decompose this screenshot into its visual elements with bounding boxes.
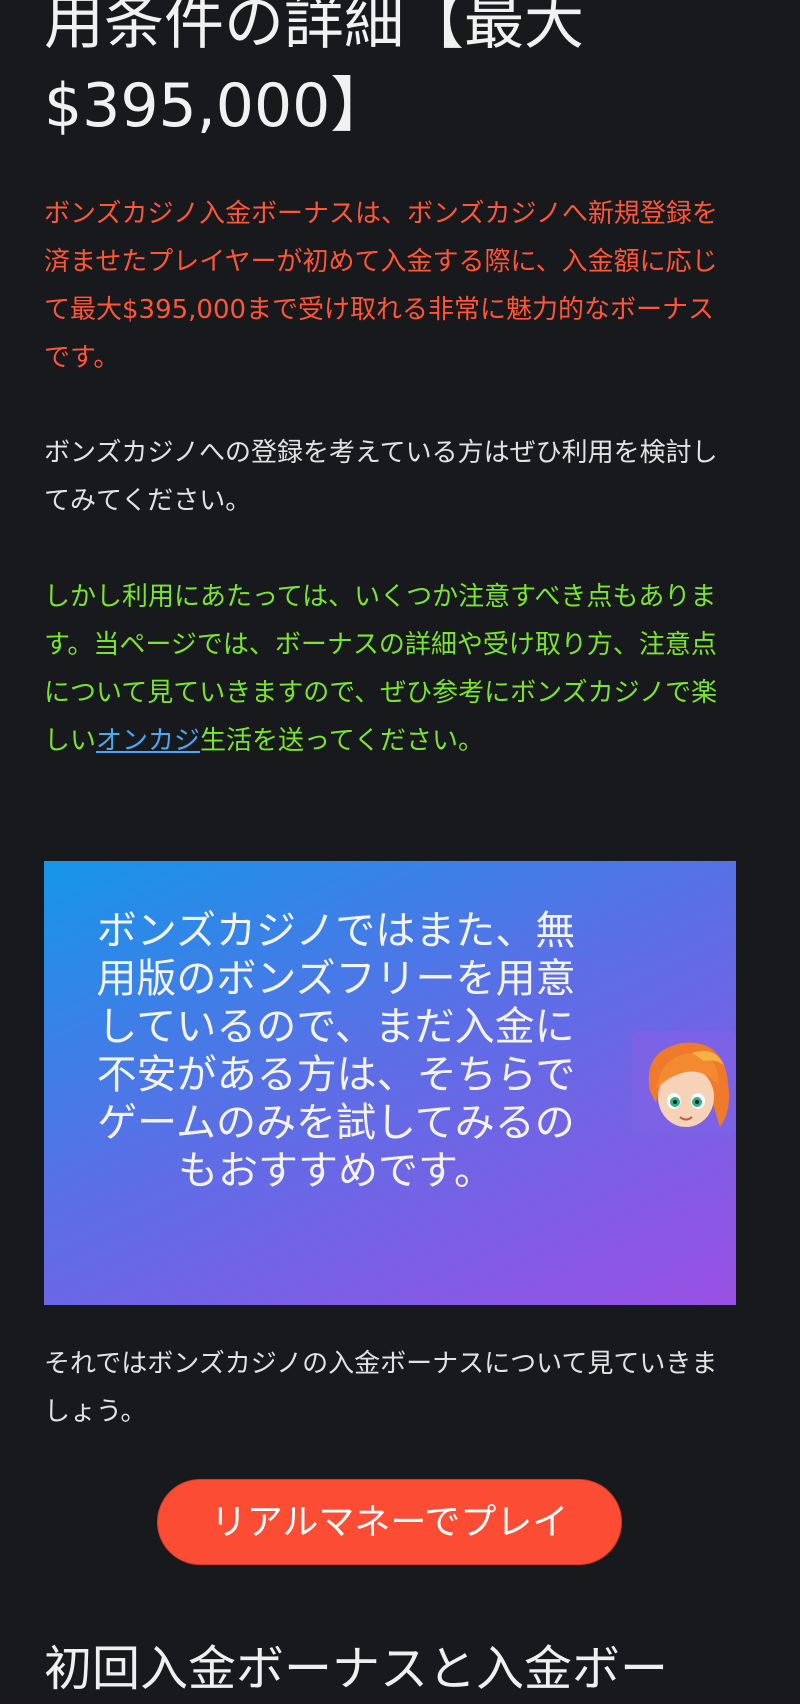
oncasino-link[interactable]: オンカジ <box>96 726 200 756</box>
page-title-line1: 用条件の詳細【最大 <box>44 0 584 58</box>
next-section-heading: 初回入金ボーナスと入金ボー <box>44 1641 669 1697</box>
cartoon-girl-avatar-icon[interactable] <box>632 1031 736 1135</box>
page-title-line2: $395,000】 <box>44 71 391 141</box>
notice-green-paragraph: しかし利用にあたっては、いくつか注意すべき点もあります。当ページでは、ボーナスの… <box>44 573 734 765</box>
play-real-money-button[interactable]: リアルマネーでプレイ <box>157 1479 622 1565</box>
intro-white-paragraph: ボンズカジノへの登録を考えている方はぜひ利用を検討してみてください。 <box>44 438 718 516</box>
outro-white-paragraph: それではボンズカジノの入金ボーナスについて見ていきましょう。 <box>44 1349 718 1427</box>
promo-banner: ボンズカジノではまた、無用版のボンズフリーを用意しているので、まだ入金に不安があ… <box>44 861 736 1305</box>
page-title: 用条件の詳細【最大 $395,000】 <box>44 0 664 148</box>
banner-text: ボンズカジノではまた、無用版のボンズフリーを用意しているので、まだ入金に不安があ… <box>96 908 576 1194</box>
intro-red-paragraph: ボンズカジノ入金ボーナスは、ボンズカジノへ新規登録を済ませたプレイヤーが初めて入… <box>44 199 718 373</box>
notice-text-after: 生活を送ってください。 <box>200 726 484 756</box>
